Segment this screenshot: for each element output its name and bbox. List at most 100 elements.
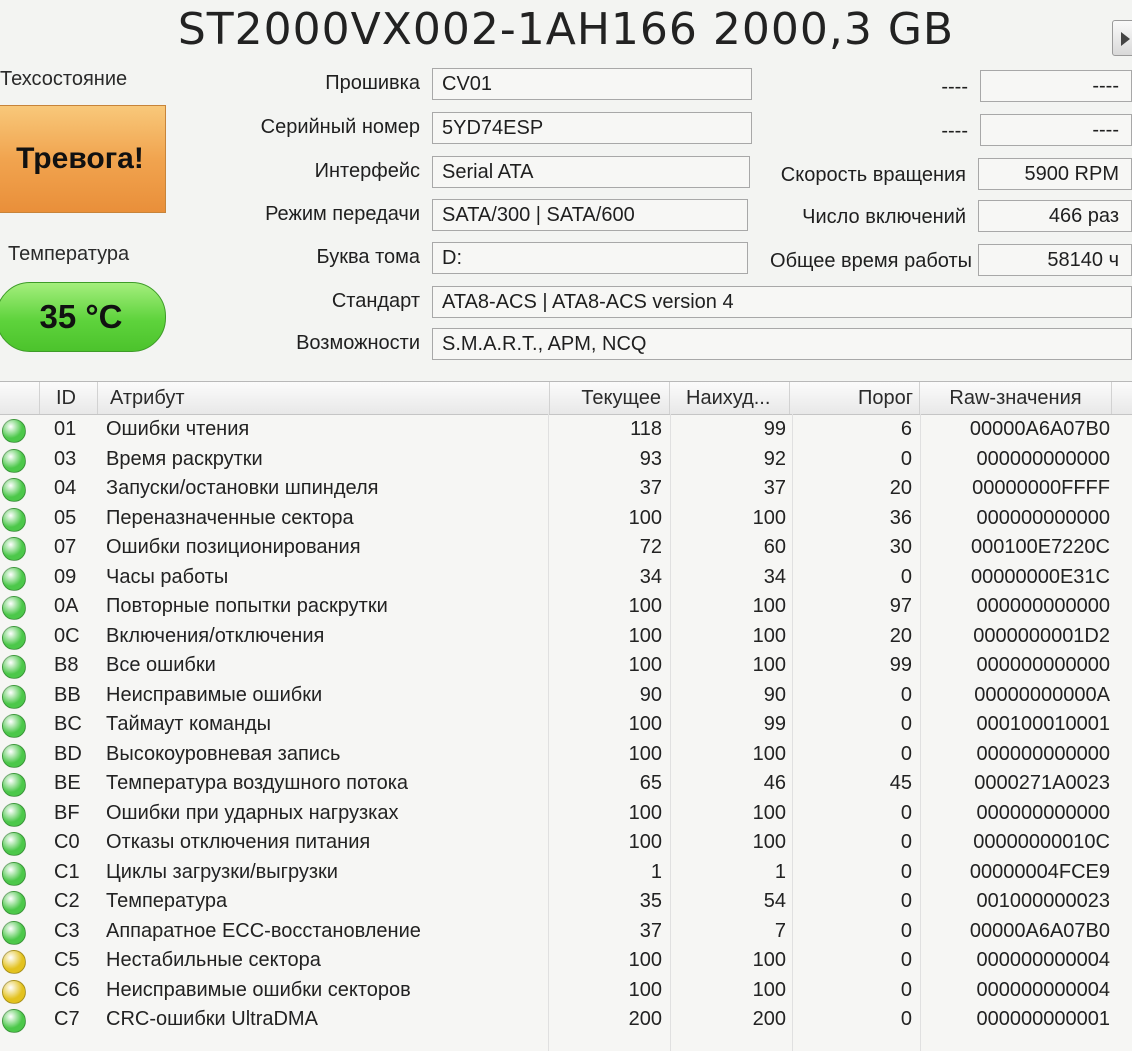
table-row[interactable]: C0 Отказы отключения питания 100 100 0 000000… bbox=[0, 828, 1132, 858]
cell-worst: 99 bbox=[763, 418, 786, 440]
power-hours-label: Общее время работы bbox=[770, 250, 972, 272]
header-raw[interactable]: Raw-значения bbox=[920, 382, 1112, 414]
status-dot-icon bbox=[2, 684, 26, 709]
cell-raw: 00000000FFFF bbox=[972, 477, 1110, 499]
right-label-2: ---- bbox=[941, 120, 968, 142]
cell-raw: 000000000000 bbox=[976, 447, 1110, 470]
smart-attributes-table[interactable]: ID Атрибут Текущее Наихуд... Порог Raw-з… bbox=[0, 381, 1132, 1051]
cell-raw: 000000000000 bbox=[976, 742, 1110, 765]
cell-id: BD bbox=[54, 742, 82, 765]
features-label: Возможности bbox=[296, 332, 420, 354]
cell-id: 01 bbox=[54, 418, 77, 440]
status-dot-icon bbox=[2, 596, 26, 620]
table-row[interactable]: 09 Часы работы 34 34 0 00000000E31C bbox=[0, 563, 1132, 593]
firmware-field: CV01 bbox=[432, 68, 752, 100]
table-row[interactable]: 04 Запуски/остановки шпинделя 37 37 20 000000… bbox=[0, 474, 1132, 504]
cell-current: 100 bbox=[628, 949, 662, 971]
cell-id: BE bbox=[54, 772, 81, 794]
header-threshold[interactable]: Порог bbox=[790, 382, 920, 414]
cell-id: BF bbox=[54, 801, 80, 824]
cell-attribute: Повторные попытки раскрутки bbox=[106, 595, 388, 617]
table-row[interactable]: BD Высокоуровневая запись 100 100 0 000000000… bbox=[0, 740, 1132, 770]
table-row[interactable]: 0A Повторные попытки раскрутки 100 100 97 000… bbox=[0, 592, 1132, 622]
cell-raw: 000000000000 bbox=[976, 801, 1110, 824]
header-current[interactable]: Текущее bbox=[550, 382, 670, 414]
serial-field: 5YD74ESP bbox=[432, 112, 752, 144]
cell-worst: 100 bbox=[752, 831, 786, 853]
cell-current: 100 bbox=[628, 801, 662, 824]
cell-attribute: Температура воздушного потока bbox=[106, 772, 409, 794]
health-status-badge[interactable]: Тревога! bbox=[0, 105, 166, 213]
drive-letter-field: D: bbox=[432, 242, 748, 274]
table-row[interactable]: BF Ошибки при ударных нагрузках 100 100 0 000… bbox=[0, 799, 1132, 829]
table-row[interactable]: C7 CRC-ошибки UltraDMA 200 200 0 000000000001 bbox=[0, 1005, 1132, 1035]
status-dot-icon bbox=[2, 950, 26, 974]
right-field-2: ---- bbox=[980, 114, 1132, 146]
cell-id: BB bbox=[54, 683, 81, 706]
cell-worst: 100 bbox=[752, 978, 786, 1001]
header-attribute[interactable]: Атрибут bbox=[98, 382, 550, 414]
table-row[interactable]: C6 Неисправимые ошибки секторов 100 100 0 000… bbox=[0, 976, 1132, 1006]
cell-raw: 00000004FCE9 bbox=[969, 860, 1110, 883]
cell-id: 07 bbox=[54, 536, 77, 558]
power-count-field: 466 раз bbox=[978, 200, 1132, 232]
cell-attribute: Переназначенные сектора bbox=[106, 506, 354, 529]
cell-current: 37 bbox=[639, 477, 662, 499]
cell-current: 118 bbox=[630, 418, 662, 440]
cell-raw: 000000000004 bbox=[976, 949, 1110, 971]
cell-worst: 200 bbox=[752, 1008, 786, 1030]
cell-worst: 90 bbox=[763, 683, 786, 706]
table-row[interactable]: BB Неисправимые ошибки 90 90 0 00000000000A bbox=[0, 681, 1132, 711]
status-dot-icon bbox=[2, 861, 26, 886]
header-worst[interactable]: Наихуд... bbox=[670, 382, 790, 414]
cell-threshold: 36 bbox=[889, 506, 912, 529]
cell-threshold: 0 bbox=[900, 801, 912, 824]
cell-threshold: 30 bbox=[889, 536, 912, 558]
cell-attribute: Неисправимые ошибки секторов bbox=[106, 978, 411, 1001]
table-header: ID Атрибут Текущее Наихуд... Порог Raw-з… bbox=[0, 382, 1132, 415]
cell-threshold: 45 bbox=[889, 772, 912, 794]
cell-attribute: Высокоуровневая запись bbox=[106, 742, 341, 765]
status-dot-icon bbox=[2, 802, 26, 827]
status-dot-icon bbox=[2, 773, 26, 797]
cell-current: 100 bbox=[628, 624, 662, 647]
header-status[interactable] bbox=[0, 382, 40, 414]
cell-raw: 000100E7220C bbox=[970, 536, 1110, 558]
cell-id: BC bbox=[54, 713, 82, 735]
cell-threshold: 20 bbox=[889, 477, 912, 499]
next-disk-button[interactable] bbox=[1112, 20, 1132, 56]
interface-label: Интерфейс bbox=[314, 160, 420, 182]
table-row[interactable]: BC Таймаут команды 100 99 0 000100010001 bbox=[0, 710, 1132, 740]
table-row[interactable]: C5 Нестабильные сектора 100 100 0 00000000000… bbox=[0, 946, 1132, 976]
table-row[interactable]: C2 Температура 35 54 0 001000000023 bbox=[0, 887, 1132, 917]
cell-id: 05 bbox=[54, 506, 77, 529]
interface-field: Serial ATA bbox=[432, 156, 750, 188]
table-row[interactable]: C1 Циклы загрузки/выгрузки 1 1 0 00000004FCE9 bbox=[0, 858, 1132, 888]
cell-current: 93 bbox=[639, 447, 662, 470]
cell-threshold: 0 bbox=[900, 447, 912, 470]
table-row[interactable]: 03 Время раскрутки 93 92 0 000000000000 bbox=[0, 445, 1132, 475]
table-row[interactable]: 07 Ошибки позиционирования 72 60 30 000100E72… bbox=[0, 533, 1132, 563]
table-row[interactable]: 0C Включения/отключения 100 100 20 0000000001… bbox=[0, 622, 1132, 652]
cell-raw: 000000000004 bbox=[976, 978, 1110, 1001]
table-row[interactable]: 01 Ошибки чтения 118 99 6 00000A6A07B0 bbox=[0, 415, 1132, 445]
status-dot-icon bbox=[2, 655, 26, 679]
table-row[interactable]: 05 Переназначенные сектора 100 100 36 0000000… bbox=[0, 504, 1132, 534]
cell-current: 100 bbox=[628, 595, 662, 617]
cell-worst: 92 bbox=[763, 447, 786, 470]
cell-raw: 000000000000 bbox=[976, 595, 1110, 617]
features-field: S.M.A.R.T., APM, NCQ bbox=[432, 328, 1132, 360]
cell-worst: 99 bbox=[763, 713, 786, 735]
arrow-right-icon bbox=[1121, 32, 1130, 46]
table-row[interactable]: BE Температура воздушного потока 65 46 45 000… bbox=[0, 769, 1132, 799]
cell-threshold: 6 bbox=[900, 418, 912, 440]
table-row[interactable]: C3 Аппаратное ECC-восстановление 37 7 0 00000… bbox=[0, 917, 1132, 947]
cell-id: 03 bbox=[54, 447, 77, 470]
cell-worst: 100 bbox=[752, 801, 786, 824]
cell-current: 200 bbox=[628, 1008, 662, 1030]
temperature-badge[interactable]: 35 °C bbox=[0, 282, 166, 352]
table-row[interactable]: B8 Все ошибки 100 100 99 000000000000 bbox=[0, 651, 1132, 681]
cell-current: 100 bbox=[628, 713, 662, 735]
cell-current: 100 bbox=[628, 506, 662, 529]
header-id[interactable]: ID bbox=[40, 382, 98, 414]
